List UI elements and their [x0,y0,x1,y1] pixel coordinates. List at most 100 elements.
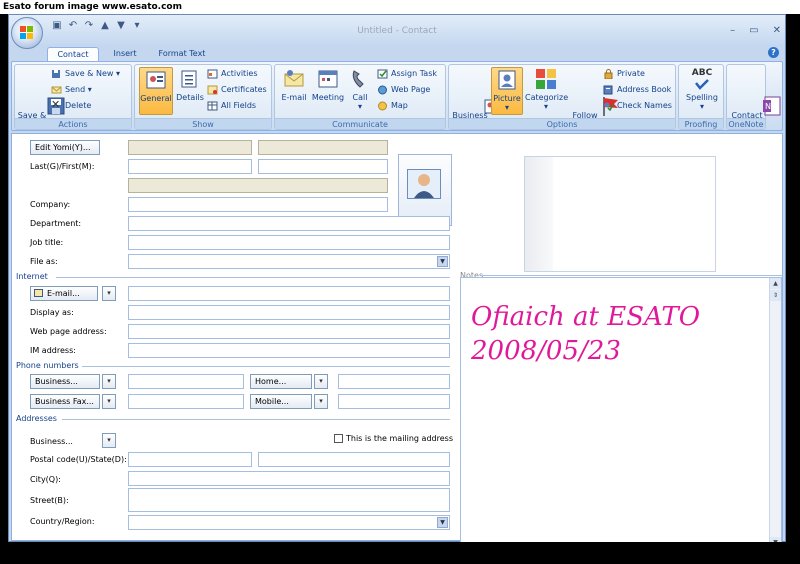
job-title-field[interactable] [128,235,450,250]
company-field[interactable] [128,197,388,212]
save-new-button[interactable]: Save & New ▾ [51,67,120,81]
certificates-icon [207,85,218,95]
home-phone-button[interactable]: Home... [250,374,312,389]
business-phone-field[interactable] [128,374,244,389]
state-field[interactable] [258,452,450,467]
mailing-address-checkbox[interactable] [334,434,343,443]
title-bar: ▣ ↶ ↷ ▲ ▼ ▾ Untitled - Contact – ▭ ✕ [9,15,785,45]
mobile-phone-field[interactable] [338,394,450,409]
business-card-button[interactable]: Business Card [451,67,506,129]
business-fax-field[interactable] [128,394,244,409]
activities-button[interactable]: Activities [207,67,258,81]
map-button[interactable]: Map [377,99,408,113]
chevron-down-icon[interactable]: ▼ [437,256,448,267]
picture-icon [495,68,519,92]
delete-icon: ✕ [51,98,61,111]
edit-yomi-button[interactable]: Edit Yomi(Y)... [30,140,100,155]
assign-task-button[interactable]: Assign Task [377,67,437,81]
categorize-button[interactable]: Categorize ▾ [525,67,568,117]
tab-insert[interactable]: Insert [105,47,145,61]
scroll-thumb[interactable]: ⇕ [770,290,781,301]
business-phone-dropdown[interactable]: ▾ [102,374,116,389]
business-fax-dropdown[interactable]: ▾ [102,394,116,409]
business-address-label[interactable]: Business... [30,437,73,446]
help-icon[interactable]: ? [768,47,779,58]
follow-up-button[interactable]: Follow Up [569,67,619,129]
group-actions: Save & Close Save & New ▾ Send ▾ ✕ Delet… [14,64,132,130]
street-label: Street(B): [30,496,69,505]
notes-scrollbar[interactable]: ▲ ⇕ ▼ [769,278,781,548]
job-title-label: Job title: [30,238,64,247]
addresses-divider [62,419,450,420]
group-label-onenote: OneNote [727,118,765,129]
phone-section-title: Phone numbers [16,361,79,370]
contact-window: ▣ ↶ ↷ ▲ ▼ ▾ Untitled - Contact – ▭ ✕ Con… [8,14,786,549]
contact-picture-icon [407,169,441,199]
picture-button[interactable]: Picture ▾ [491,67,523,115]
details-icon [178,67,202,91]
web-page-address-field[interactable] [128,324,450,339]
check-names-button[interactable]: Check Names [603,99,672,113]
details-button[interactable]: Details [175,67,205,117]
address-type-dropdown[interactable]: ▾ [102,433,116,448]
country-region-select[interactable]: ▼ [128,515,450,530]
street-field[interactable] [128,488,450,512]
minimize-button[interactable]: – [730,25,735,36]
all-fields-button[interactable]: All Fields [207,99,256,113]
chevron-down-icon[interactable]: ▼ [437,517,448,528]
email-card-icon [34,289,43,297]
scroll-up-icon[interactable]: ▲ [770,278,781,289]
business-phone-button[interactable]: Business... [30,374,100,389]
close-button[interactable]: ✕ [773,25,781,36]
save-close-icon [20,85,65,115]
general-button[interactable]: General [139,67,173,115]
home-phone-dropdown[interactable]: ▾ [314,374,328,389]
lock-icon [603,69,614,80]
notes-text: Ofiaich at ESATO 2008/05/23 [471,302,701,366]
check-names-icon [603,101,614,112]
tab-contact[interactable]: Contact [47,47,99,61]
im-address-field[interactable] [128,343,450,358]
file-as-select[interactable]: ▼ [128,254,450,269]
meeting-button[interactable]: Meeting [311,67,345,117]
delete-button[interactable]: ✕ Delete [51,99,91,113]
contact-notes-button[interactable]: N Contact Notes [729,67,781,129]
internet-divider [56,277,450,278]
certificates-button[interactable]: Certificates [207,83,267,97]
postal-code-field[interactable] [128,452,252,467]
office-button[interactable] [11,17,43,49]
spelling-icon: ABC [690,67,714,91]
forum-banner: Esato forum image www.esato.com [0,0,800,14]
display-as-field[interactable] [128,305,450,320]
department-field[interactable] [128,216,450,231]
save-new-icon [51,69,62,79]
business-fax-button[interactable]: Business Fax... [30,394,100,409]
email-field-button[interactable]: E-mail... [30,286,98,301]
spelling-button[interactable]: ABC Spelling ▾ [683,67,721,117]
email-button[interactable]: E-mail [279,67,309,117]
first-name-field[interactable] [258,159,388,174]
send-button[interactable]: Send ▾ [51,83,92,97]
group-communicate: E-mail Meeting Call ▾ Assign Task Web Pag… [274,64,446,130]
city-field[interactable] [128,471,450,486]
email-field[interactable] [128,286,450,301]
save-close-button[interactable]: Save & Close [17,67,65,129]
mobile-phone-dropdown[interactable]: ▾ [314,394,328,409]
email-type-dropdown[interactable]: ▾ [102,286,116,301]
business-card-icon [458,85,506,114]
home-phone-field[interactable] [338,374,450,389]
postal-code-label: Postal code(U)/State(D): [30,455,127,464]
onenote-icon: N [735,85,781,116]
address-book-button[interactable]: Address Book [603,83,671,97]
notes-divider [482,275,782,276]
private-button[interactable]: Private [603,67,645,81]
notes-textarea[interactable]: Ofiaich at ESATO 2008/05/23 ▲ ⇕ ▼ [460,277,782,549]
general-icon [144,68,168,92]
tab-format-text[interactable]: Format Text [149,47,215,61]
web-page-button[interactable]: Web Page [377,83,430,97]
business-card-shade [525,157,553,271]
last-name-field[interactable] [128,159,252,174]
call-button[interactable]: Call ▾ [347,67,373,117]
mobile-phone-button[interactable]: Mobile... [250,394,312,409]
maximize-button[interactable]: ▭ [749,25,758,36]
